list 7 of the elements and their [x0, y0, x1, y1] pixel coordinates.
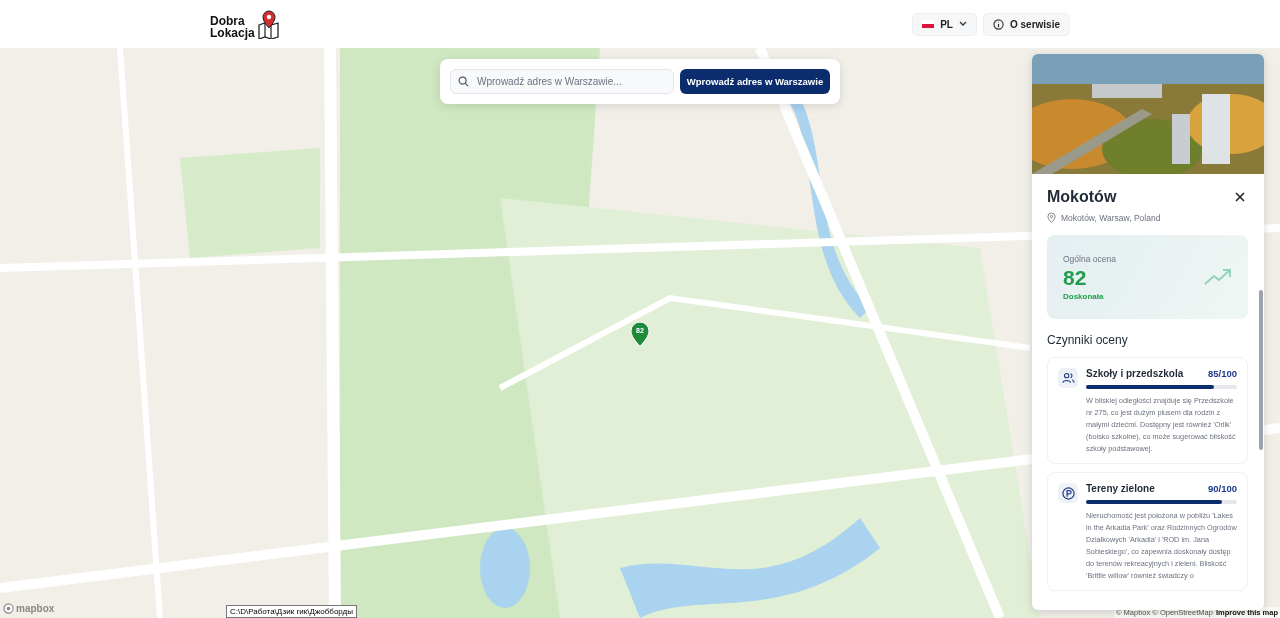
- chevron-down-icon: [958, 21, 967, 27]
- flag-icon: [922, 20, 935, 28]
- info-icon: [992, 18, 1004, 30]
- about-button[interactable]: O serwisie: [982, 12, 1070, 36]
- logo-text[interactable]: Dobra Lokacja: [210, 15, 255, 39]
- language-button[interactable]: PL: [912, 12, 977, 36]
- map-pin-icon: [255, 9, 282, 39]
